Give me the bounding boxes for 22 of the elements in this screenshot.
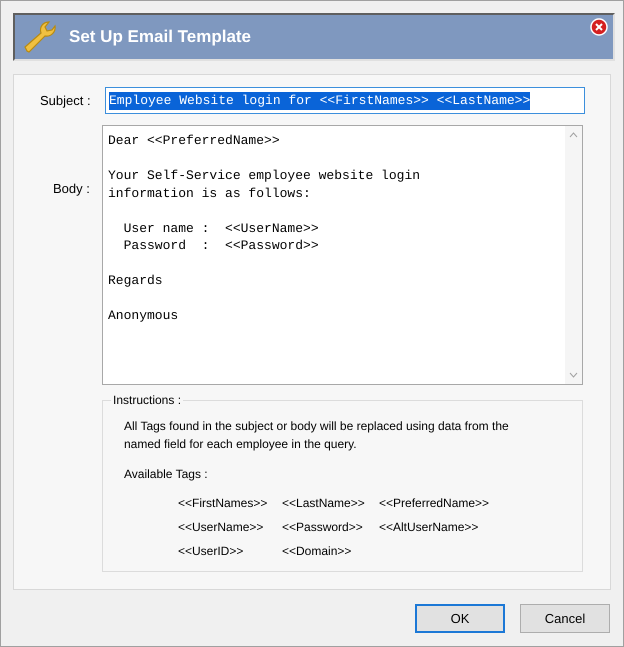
scroll-down-icon[interactable] — [569, 372, 578, 378]
body-field[interactable]: Dear <<PreferredName>> Your Self-Service employee website login information is as follows: User name : <<UserName>> Password : <<Password>> Regards Anonymous — [102, 125, 583, 385]
tag-text: <<PreferredName>> — [379, 495, 490, 512]
body-text: Dear <<PreferredName>> Your Self-Service employee website login information is as follows: User name : <<UserName>> Password : <<Password>> Regards Anonymous — [108, 132, 420, 324]
scrollbar[interactable] — [565, 126, 582, 384]
tag-text: <<UserID>> — [178, 543, 244, 560]
dialog-button[interactable]: Cancel — [520, 604, 610, 633]
tag-text: <<UserName>> — [178, 519, 264, 536]
tags-label: Available Tags : — [124, 466, 208, 483]
subject-field[interactable]: Employee Website login for <<FirstNames>> <<LastName>> — [105, 87, 585, 114]
tag-text: <<Password>> — [282, 519, 364, 536]
subject-label: Subject : — [40, 92, 91, 110]
instructions-text: All Tags found in the subject or body will be replaced using data from the named field for each employee in the query. — [124, 418, 510, 453]
tag-text: <<AltUserName>> — [379, 519, 480, 536]
scroll-up-icon[interactable] — [569, 132, 578, 138]
window-title: Set Up Email Template — [69, 26, 252, 48]
body-label: Body : — [53, 180, 90, 198]
close-icon[interactable] — [590, 18, 608, 36]
dialog-button[interactable]: OK — [415, 604, 505, 633]
tag-text: <<LastName>> — [282, 495, 366, 512]
tag-text: <<Domain>> — [282, 543, 352, 560]
tag-text: <<FirstNames>> — [178, 495, 268, 512]
